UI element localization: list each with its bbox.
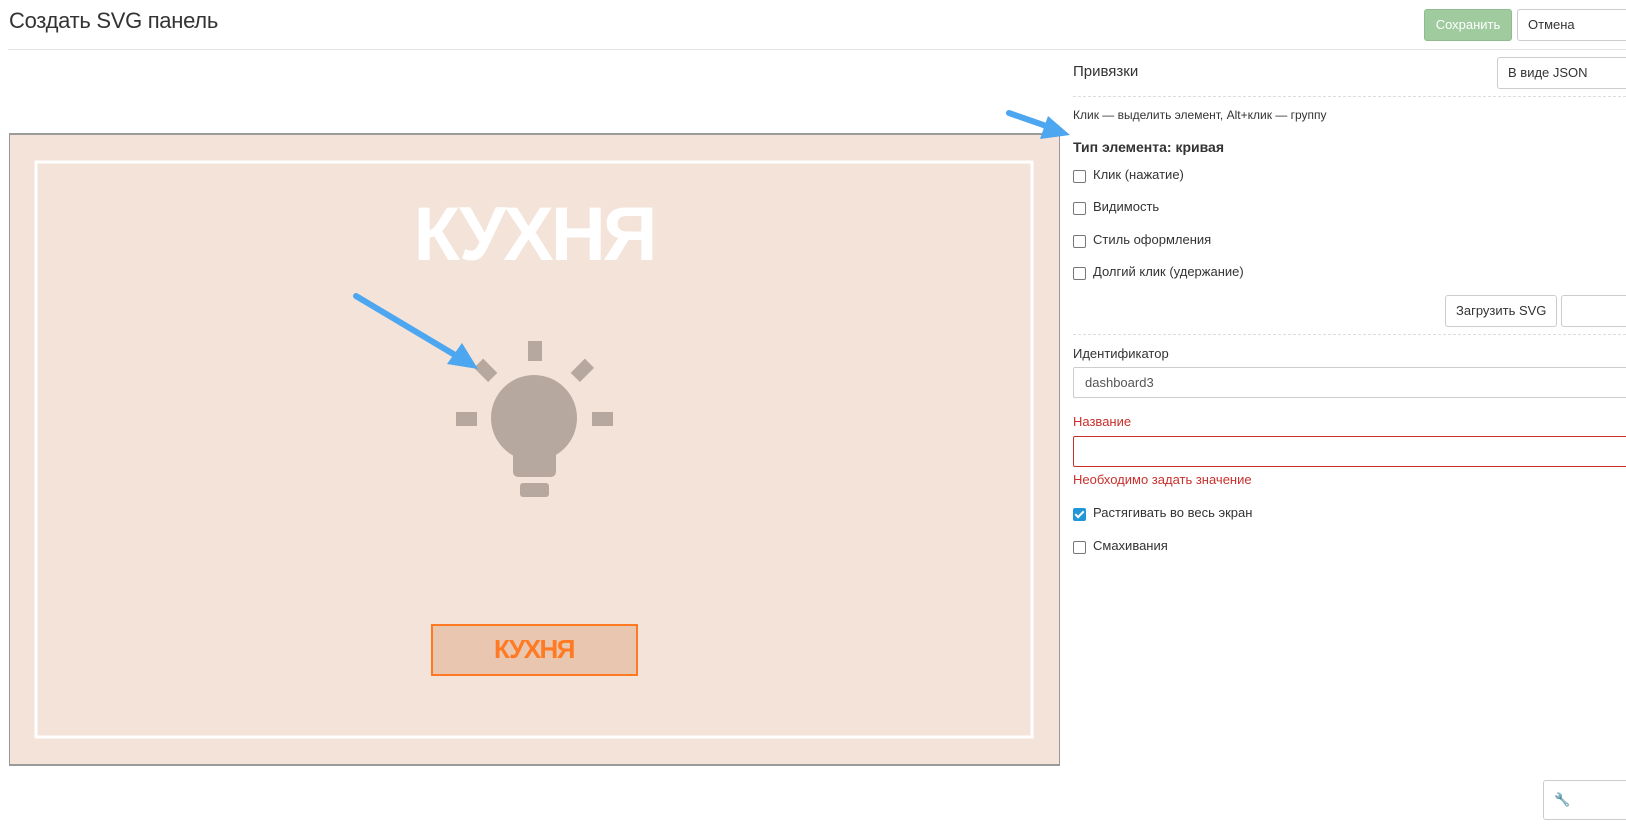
long-click-binding-checkbox[interactable]: Долгий клик (удержание) — [1073, 264, 1244, 280]
lightbulb-icon[interactable] — [456, 341, 613, 497]
bulb-ray-right — [592, 412, 613, 426]
stretch-fullscreen-checkbox[interactable]: Растягивать во весь экран — [1073, 505, 1253, 521]
bulb-ray-top-right — [570, 358, 595, 383]
wrench-icon: 🔧 — [1554, 792, 1571, 807]
more-button[interactable] — [1561, 295, 1626, 327]
swipe-checkbox[interactable]: Смахивания — [1073, 538, 1168, 554]
visibility-binding-checkbox[interactable]: Видимость — [1073, 199, 1160, 215]
json-view-button[interactable]: В виде JSON — [1497, 57, 1626, 89]
checkbox-box[interactable] — [1073, 235, 1086, 248]
click-binding-checkbox[interactable]: Клик (нажатие) — [1073, 167, 1184, 183]
canvas-button-label: КУХНЯ — [494, 634, 574, 664]
checkbox-box[interactable] — [1073, 170, 1086, 183]
bulb-ray-top — [528, 341, 542, 361]
checkbox-label: Видимость — [1093, 199, 1160, 214]
svg-canvas[interactable]: КУХНЯ КУХНЯ — [9, 133, 1060, 766]
svg-preview[interactable]: КУХНЯ КУХНЯ — [10, 135, 1059, 764]
load-svg-button[interactable]: Загрузить SVG — [1445, 295, 1557, 327]
bindings-title: Привязки — [1073, 63, 1139, 80]
element-type-label: Тип элемента: кривая — [1073, 139, 1224, 155]
bulb-neck — [513, 440, 556, 477]
wrench-icon-button[interactable]: 🔧 — [1543, 780, 1626, 820]
canvas-kitchen-button[interactable]: КУХНЯ — [431, 624, 638, 676]
checkbox-label: Долгий клик (удержание) — [1093, 264, 1244, 279]
save-button[interactable]: Сохранить — [1424, 9, 1512, 41]
checkbox-box[interactable] — [1073, 267, 1086, 280]
bulb-base — [520, 483, 549, 497]
canvas-title[interactable]: КУХНЯ — [414, 192, 658, 277]
checkbox-label: Стиль оформления — [1093, 232, 1212, 247]
header-divider — [8, 49, 1626, 50]
divider — [1073, 96, 1626, 97]
name-error-message: Необходимо задать значение — [1073, 472, 1252, 487]
bulb-ray-top-left — [473, 358, 498, 383]
name-label: Название — [1073, 414, 1132, 429]
id-label: Идентификатор — [1073, 346, 1169, 361]
id-input[interactable] — [1073, 367, 1626, 398]
selection-hint: Клик — выделить элемент, Alt+клик — груп… — [1073, 108, 1327, 122]
divider — [1073, 334, 1626, 335]
checkbox-label: Смахивания — [1093, 538, 1168, 553]
checkbox-label: Растягивать во весь экран — [1093, 505, 1253, 520]
name-input[interactable] — [1073, 436, 1626, 467]
page-title: Создать SVG панель — [9, 8, 218, 33]
bulb-ray-left — [456, 412, 477, 426]
arrow-to-hint — [1006, 110, 1055, 131]
checkbox-box[interactable] — [1073, 541, 1086, 554]
style-binding-checkbox[interactable]: Стиль оформления — [1073, 232, 1212, 248]
checkbox-box[interactable] — [1073, 202, 1086, 215]
cancel-button[interactable]: Отмена — [1517, 9, 1626, 41]
checkbox-label: Клик (нажатие) — [1093, 167, 1184, 182]
checkbox-box[interactable] — [1073, 508, 1086, 521]
